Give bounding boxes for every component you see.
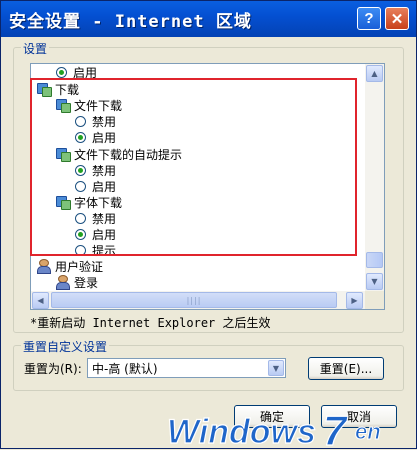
radio-checked-icon[interactable] (56, 66, 67, 78)
tree-option[interactable]: 启用 (75, 226, 116, 242)
vertical-scrollbar[interactable]: ▲ ▼ (365, 64, 384, 291)
vertical-scroll-thumb[interactable] (366, 252, 383, 268)
scroll-right-button[interactable]: ▶ (346, 292, 363, 309)
tree-option-label: 启用 (73, 65, 98, 80)
tree-subcategory-logon[interactable]: 登录 (55, 274, 98, 290)
user-auth-icon (36, 259, 52, 274)
reset-level-select[interactable]: 中-高 (默认) ▼ (87, 358, 286, 378)
arrow-right-icon: ▶ (351, 296, 358, 305)
reset-group-label: 重置自定义设置 (21, 338, 110, 355)
settings-folder-icon (55, 195, 71, 210)
cancel-button[interactable]: 取消 (321, 405, 397, 428)
radio-unchecked-icon[interactable] (75, 212, 86, 224)
reset-button[interactable]: 重置(E)... (308, 357, 384, 380)
tree-option[interactable]: 禁用 (75, 113, 116, 129)
help-button[interactable]: ? (357, 7, 381, 30)
horizontal-scrollbar[interactable]: ◀ |||| ▶ (31, 291, 365, 309)
tree-option[interactable]: 禁用 (75, 162, 116, 178)
settings-folder-icon (36, 82, 52, 97)
security-settings-dialog: 安全设置 - Internet 区域 ? ✕ 设置 启用 下载 文件下载 禁用 … (0, 0, 417, 450)
tree-option[interactable]: 提示 (75, 242, 116, 258)
close-button[interactable]: ✕ (385, 7, 409, 30)
ok-button-label: 确定 (259, 410, 284, 424)
radio-unchecked-icon[interactable] (75, 244, 86, 256)
tree-option[interactable]: 启用 (56, 64, 97, 80)
user-auth-icon (55, 275, 71, 290)
window-title: 安全设置 - Internet 区域 (9, 11, 252, 32)
tree-subcategory-label: 文件下载的自动提示 (74, 147, 183, 162)
radio-unchecked-icon[interactable] (75, 180, 86, 192)
scroll-up-button[interactable]: ▲ (366, 65, 383, 82)
settings-folder-icon (55, 147, 71, 162)
title-bar[interactable]: 安全设置 - Internet 区域 ? ✕ (1, 1, 416, 37)
reset-button-label: 重置(E)... (319, 362, 373, 376)
tree-option[interactable]: 启用 (75, 178, 116, 194)
arrow-down-icon: ▼ (371, 277, 378, 286)
grip-icon: |||| (186, 295, 202, 305)
tree-option[interactable]: 禁用 (75, 210, 116, 226)
tree-subcategory-file-download[interactable]: 文件下载 (55, 97, 122, 113)
radio-checked-icon[interactable] (75, 131, 86, 143)
tree-option[interactable]: 启用 (75, 129, 116, 145)
settings-tree[interactable]: 启用 下载 文件下载 禁用 启用 文件下载的自动提示 禁用 启用 字体下载 禁用… (30, 63, 385, 310)
close-icon: ✕ (390, 10, 404, 28)
scrollbar-corner (365, 291, 384, 309)
tree-subcategory-label: 登录 (74, 275, 99, 290)
arrow-left-icon: ◀ (37, 296, 44, 305)
tree-option-label: 启用 (92, 179, 117, 194)
tree-category-download[interactable]: 下载 (36, 81, 79, 97)
tree-option-label: 禁用 (92, 114, 117, 129)
restart-note: *重新启动 Internet Explorer 之后生效 (30, 316, 271, 330)
reset-to-label: 重置为(R): (24, 362, 82, 376)
radio-checked-icon[interactable] (75, 228, 86, 240)
tree-category-label: 下载 (55, 82, 80, 97)
tree-option-label: 启用 (92, 130, 117, 145)
horizontal-scroll-thumb[interactable]: |||| (51, 292, 337, 308)
tree-subcategory-label: 文件下载 (74, 98, 123, 113)
settings-group-label: 设置 (21, 40, 50, 57)
tree-subcategory-auto-prompt[interactable]: 文件下载的自动提示 (55, 146, 182, 162)
tree-option-label: 禁用 (92, 163, 117, 178)
tree-category-label: 用户验证 (55, 259, 104, 274)
tree-subcategory-font-download[interactable]: 字体下载 (55, 194, 122, 210)
tree-option-label: 禁用 (92, 211, 117, 226)
dropdown-button[interactable]: ▼ (268, 360, 284, 376)
tree-option-label: 提示 (92, 243, 117, 258)
arrow-up-icon: ▲ (371, 69, 378, 78)
chevron-down-icon: ▼ (272, 363, 280, 373)
scroll-left-button[interactable]: ◀ (32, 292, 49, 309)
settings-folder-icon (55, 98, 71, 113)
tree-subcategory-label: 字体下载 (74, 195, 123, 210)
cancel-button-label: 取消 (346, 410, 371, 424)
radio-checked-icon[interactable] (75, 164, 86, 176)
reset-level-value: 中-高 (默认) (92, 361, 158, 376)
ok-button[interactable]: 确定 (234, 405, 310, 428)
tree-option-label: 启用 (92, 227, 117, 242)
help-icon: ? (364, 10, 374, 27)
scroll-down-button[interactable]: ▼ (366, 273, 383, 290)
radio-unchecked-icon[interactable] (75, 115, 86, 127)
tree-category-user-auth[interactable]: 用户验证 (36, 258, 103, 274)
